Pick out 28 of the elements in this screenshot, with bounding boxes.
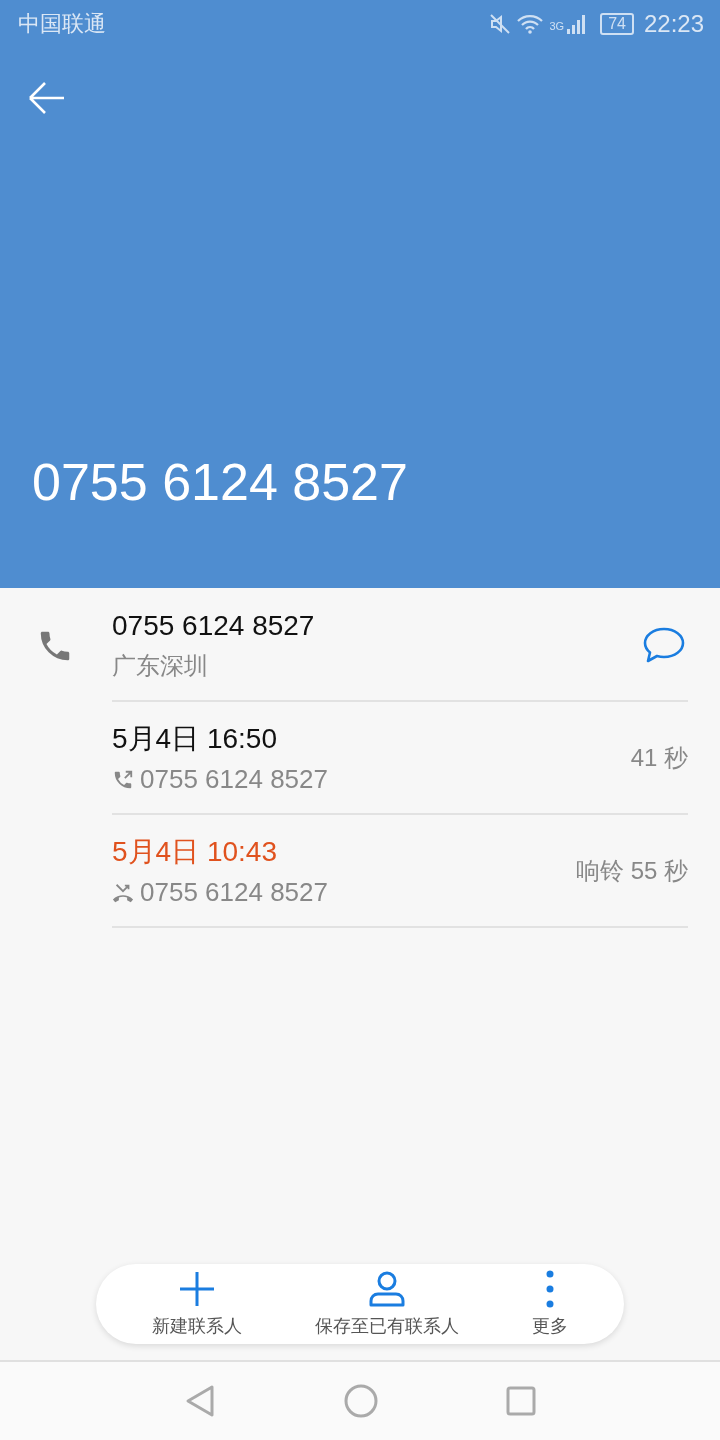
action-button[interactable]: 新建联系人 bbox=[148, 1264, 247, 1344]
plus-icon bbox=[178, 1270, 217, 1308]
person-icon bbox=[368, 1270, 406, 1308]
phone-number-title: 0755 6124 8527 bbox=[32, 452, 409, 512]
home-nav-icon[interactable] bbox=[344, 1384, 378, 1418]
network-type: 3G bbox=[549, 20, 565, 32]
call-time: 5月4日 10:43 bbox=[112, 835, 278, 869]
call-duration: 41 秒 bbox=[630, 742, 688, 773]
location-text: 广东深圳 bbox=[112, 651, 209, 681]
clock: 22:23 bbox=[643, 10, 704, 38]
call-log-row[interactable]: 5月4日 16:50 0755 6124 8527 41 秒 bbox=[112, 702, 688, 815]
outgoing-call-icon bbox=[112, 768, 134, 791]
call-duration: 响铃 55 秒 bbox=[575, 855, 688, 886]
missed-call-icon bbox=[112, 881, 134, 904]
call-time: 5月4日 16:50 bbox=[112, 722, 278, 756]
action-button[interactable]: 更多 bbox=[527, 1264, 572, 1344]
wifi-icon bbox=[517, 14, 544, 34]
action-button[interactable]: 保存至已有联系人 bbox=[311, 1264, 463, 1344]
call-number: 0755 6124 8527 bbox=[140, 877, 328, 908]
more-icon bbox=[544, 1270, 555, 1308]
carrier-name: 中国联通 bbox=[18, 10, 106, 38]
mute-icon bbox=[489, 13, 512, 35]
battery-level: 74 bbox=[600, 13, 634, 35]
call-log-row[interactable]: 5月4日 10:43 0755 6124 8527 响铃 55 秒 bbox=[112, 815, 688, 928]
contact-number: 0755 6124 8527 bbox=[112, 610, 315, 642]
call-number: 0755 6124 8527 bbox=[140, 764, 328, 795]
back-nav-icon[interactable] bbox=[184, 1384, 216, 1418]
recents-nav-icon[interactable] bbox=[506, 1386, 536, 1416]
